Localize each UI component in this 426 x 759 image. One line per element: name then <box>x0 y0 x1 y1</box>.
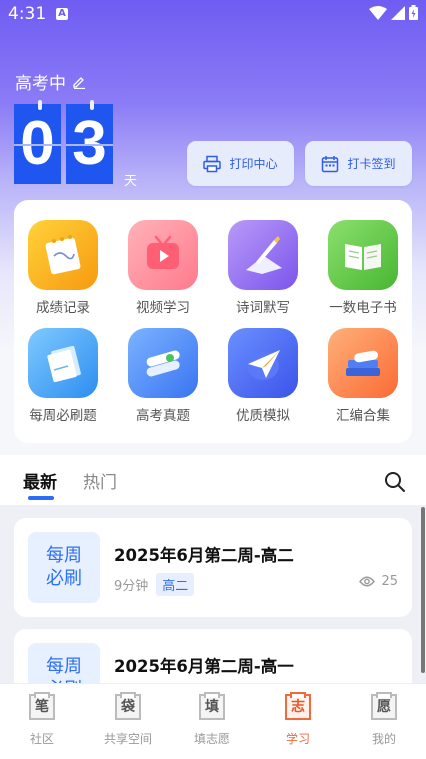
grid-item-label: 视频学习 <box>136 300 190 316</box>
grade-tag: 高二 <box>156 573 195 596</box>
printer-icon <box>203 155 222 172</box>
shared-space-icon: 袋 <box>115 692 141 720</box>
grid-item-poetry-dictation[interactable]: 诗词默写 <box>214 220 312 320</box>
nav-profile[interactable]: 愿 我的 <box>349 692 419 747</box>
paper-stack-icon <box>28 328 98 398</box>
nav-label: 社区 <box>29 732 54 746</box>
profile-icon: 愿 <box>371 692 397 720</box>
grid-item-weekly-practice[interactable]: 每周必刷题 <box>14 328 112 428</box>
wifi-icon <box>369 5 387 20</box>
grid-item-label: 优质模拟 <box>236 408 290 424</box>
countdown-unit: 天 <box>124 174 138 189</box>
grid-item-video-learning[interactable]: 视频学习 <box>114 220 212 320</box>
tab-latest[interactable]: 最新 <box>23 468 57 493</box>
search-icon[interactable] <box>384 471 406 493</box>
quill-icon <box>228 220 298 290</box>
application-icon: 填 <box>199 692 225 720</box>
scrollbar[interactable] <box>421 507 425 673</box>
grid-item-mock-exams[interactable]: 优质模拟 <box>214 328 312 428</box>
checkin-label: 打卡签到 <box>347 157 396 171</box>
grid-item-compilation[interactable]: 汇编合集 <box>314 328 412 428</box>
nav-label: 共享空间 <box>103 732 152 746</box>
list-item-meta: 9分钟 高二 <box>114 573 195 596</box>
feature-grid: 成绩记录 视频学习 诗词默写 一数电子书 每周必刷题 高考真题 优质模拟 汇编合… <box>14 200 412 443</box>
print-center-button[interactable]: 打印中心 <box>187 141 294 186</box>
active-tab-indicator <box>28 496 54 500</box>
exam-title-text: 高考中 <box>15 74 66 94</box>
books-icon <box>328 328 398 398</box>
open-book-icon <box>328 220 398 290</box>
study-icon: 志 <box>285 692 311 720</box>
eye-icon <box>359 576 376 587</box>
nav-study[interactable]: 志 学习 <box>263 692 333 747</box>
nav-community[interactable]: 笔 社区 <box>7 692 77 747</box>
list-item-title: 2025年6月第二周-高二 <box>114 546 294 565</box>
battery-icon <box>409 5 418 20</box>
nav-label: 我的 <box>371 732 396 746</box>
flip-pin <box>38 100 42 110</box>
content-tabs: 最新 热门 <box>0 455 426 505</box>
nav-label: 学习 <box>285 732 310 746</box>
print-center-label: 打印中心 <box>229 157 278 171</box>
status-icons <box>369 5 418 20</box>
view-count: 25 <box>359 574 398 589</box>
paper-plane-icon <box>228 328 298 398</box>
status-time: 4:31 <box>8 4 47 24</box>
list-item-badge: 每周必刷 <box>28 532 100 603</box>
countdown-digit-ones: 3 <box>66 104 113 184</box>
list-item[interactable]: 每周 必刷 2025年6月第二周-高二 9分钟 高二 25 <box>14 518 412 617</box>
grid-item-label: 每周必刷题 <box>29 408 97 424</box>
grid-item-score-record[interactable]: 成绩记录 <box>14 220 112 320</box>
list-item-title: 2025年6月第二周-高一 <box>114 657 294 676</box>
view-count-value: 25 <box>381 574 398 589</box>
tv-play-icon <box>128 220 198 290</box>
bottom-nav: 笔 社区 袋 共享空间 填 填志愿 志 学习 愿 我的 <box>0 683 426 759</box>
community-icon: 笔 <box>29 692 55 720</box>
grid-item-ebook[interactable]: 一数电子书 <box>314 220 412 320</box>
countdown-digit-tens: 0 <box>14 104 61 184</box>
edit-icon[interactable] <box>72 75 86 89</box>
calendar-icon <box>322 155 339 172</box>
grid-item-past-exams[interactable]: 高考真题 <box>114 328 212 428</box>
grid-item-label: 高考真题 <box>136 408 190 424</box>
nav-application[interactable]: 填 填志愿 <box>177 692 247 747</box>
grid-item-label: 成绩记录 <box>36 300 90 316</box>
grid-item-label: 汇编合集 <box>336 408 390 424</box>
notepad-icon <box>28 220 98 290</box>
grid-item-label: 诗词默写 <box>236 300 290 316</box>
grid-item-label: 一数电子书 <box>329 300 397 316</box>
status-bar: 4:31 A <box>0 0 426 30</box>
list-item-duration: 9分钟 <box>114 579 149 594</box>
flip-pin <box>90 100 94 110</box>
tab-hot[interactable]: 热门 <box>83 468 117 493</box>
checkin-button[interactable]: 打卡签到 <box>305 141 412 186</box>
exam-title[interactable]: 高考中 <box>15 69 86 94</box>
signal-icon <box>391 5 405 20</box>
nav-label: 填志愿 <box>193 732 230 746</box>
nav-shared-space[interactable]: 袋 共享空间 <box>93 692 163 747</box>
scroll-icon <box>128 328 198 398</box>
notification-icon: A <box>56 8 68 20</box>
